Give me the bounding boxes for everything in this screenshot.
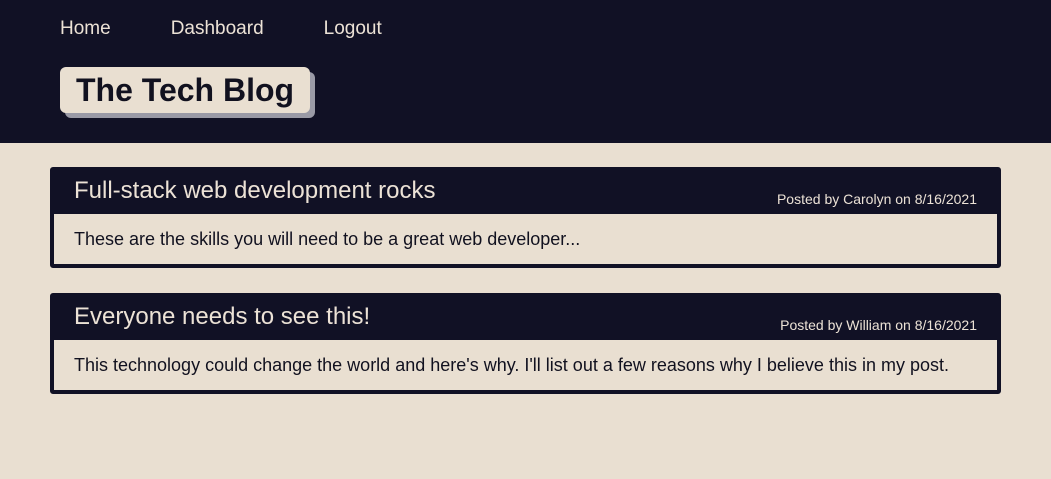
nav-home-link[interactable]: Home	[60, 17, 111, 41]
post-header[interactable]: Everyone needs to see this! Posted by Wi…	[54, 297, 997, 340]
nav-logout-link[interactable]: Logout	[324, 17, 382, 41]
post-meta: Posted by Carolyn on 8/16/2021	[776, 190, 977, 207]
post-excerpt: These are the skills you will need to be…	[74, 228, 581, 249]
site-header: Home Dashboard Logout The Tech Blog	[0, 0, 1051, 143]
post-excerpt: This technology could change the world a…	[74, 354, 949, 375]
post-list: Full-stack web development rocks Posted …	[50, 167, 1001, 419]
post-header[interactable]: Full-stack web development rocks Posted …	[54, 171, 997, 214]
main-nav: Home Dashboard Logout	[60, 17, 442, 41]
site-title[interactable]: The Tech Blog	[60, 67, 311, 113]
post-title[interactable]: Full-stack web development rocks	[74, 176, 435, 206]
post-meta: Posted by William on 8/16/2021	[780, 316, 977, 333]
post-card[interactable]: Everyone needs to see this! Posted by Wi…	[50, 293, 1001, 394]
nav-dashboard-link[interactable]: Dashboard	[171, 17, 264, 41]
post-card[interactable]: Full-stack web development rocks Posted …	[50, 167, 1001, 268]
post-title[interactable]: Everyone needs to see this!	[74, 302, 370, 332]
